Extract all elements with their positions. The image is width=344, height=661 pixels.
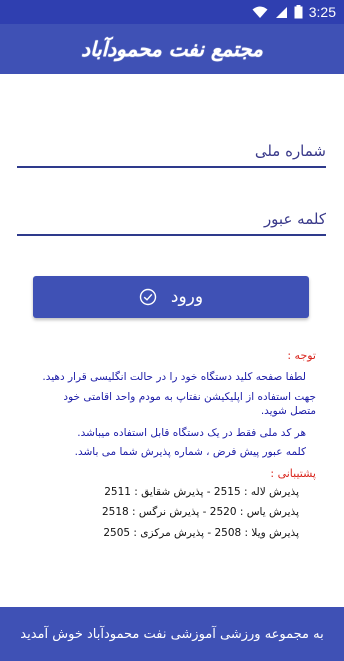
login-button[interactable]: ورود <box>33 276 309 318</box>
notice-line: متصل شوید. <box>260 405 316 417</box>
footer-text: به مجموعه ورزشی آموزشی نفت محمودآباد خوش… <box>20 626 324 642</box>
support-line: پذیرش ویلا : 2508 - پذیرش مرکزی : 2505 <box>103 527 299 539</box>
app-bar: مجتمع نفت محمودآباد <box>0 24 344 74</box>
notice-line: کلمه عبور پیش فرض ، شماره پذیرش شما می ب… <box>74 446 306 458</box>
national-id-input[interactable] <box>17 136 326 166</box>
status-bar: 3:25 <box>0 0 344 24</box>
support-line: پذیرش یاس : 2520 - پذیرش نرگس : 2518 <box>101 506 299 518</box>
support-title: پشتیبانی : <box>270 467 316 480</box>
wifi-icon <box>252 6 268 18</box>
battery-icon <box>294 5 303 19</box>
status-time: 3:25 <box>308 4 336 20</box>
notice-line: جهت استفاده از اپلیکیشن نفتاپ به مودم وا… <box>63 391 316 403</box>
app-title: مجتمع نفت محمودآباد <box>81 37 263 61</box>
login-label: ورود <box>170 287 204 307</box>
notice-line: لطفا صفحه کلید دستگاه خود را در حالت انگ… <box>42 371 306 383</box>
password-input[interactable] <box>17 204 326 234</box>
footer-banner: به مجموعه ورزشی آموزشی نفت محمودآباد خوش… <box>0 607 344 661</box>
notice-title: توجه : <box>287 349 316 362</box>
status-icons: 3:25 <box>252 4 336 20</box>
signal-icon <box>275 6 287 18</box>
check-circle-icon <box>139 288 157 306</box>
national-id-field[interactable] <box>17 136 326 168</box>
support-line: پذیرش لاله : 2515 - پذیرش شقایق : 2511 <box>104 486 299 498</box>
notice-line: هر کد ملی فقط در یک دستگاه قابل استفاده … <box>77 427 306 439</box>
password-field[interactable] <box>17 204 326 236</box>
